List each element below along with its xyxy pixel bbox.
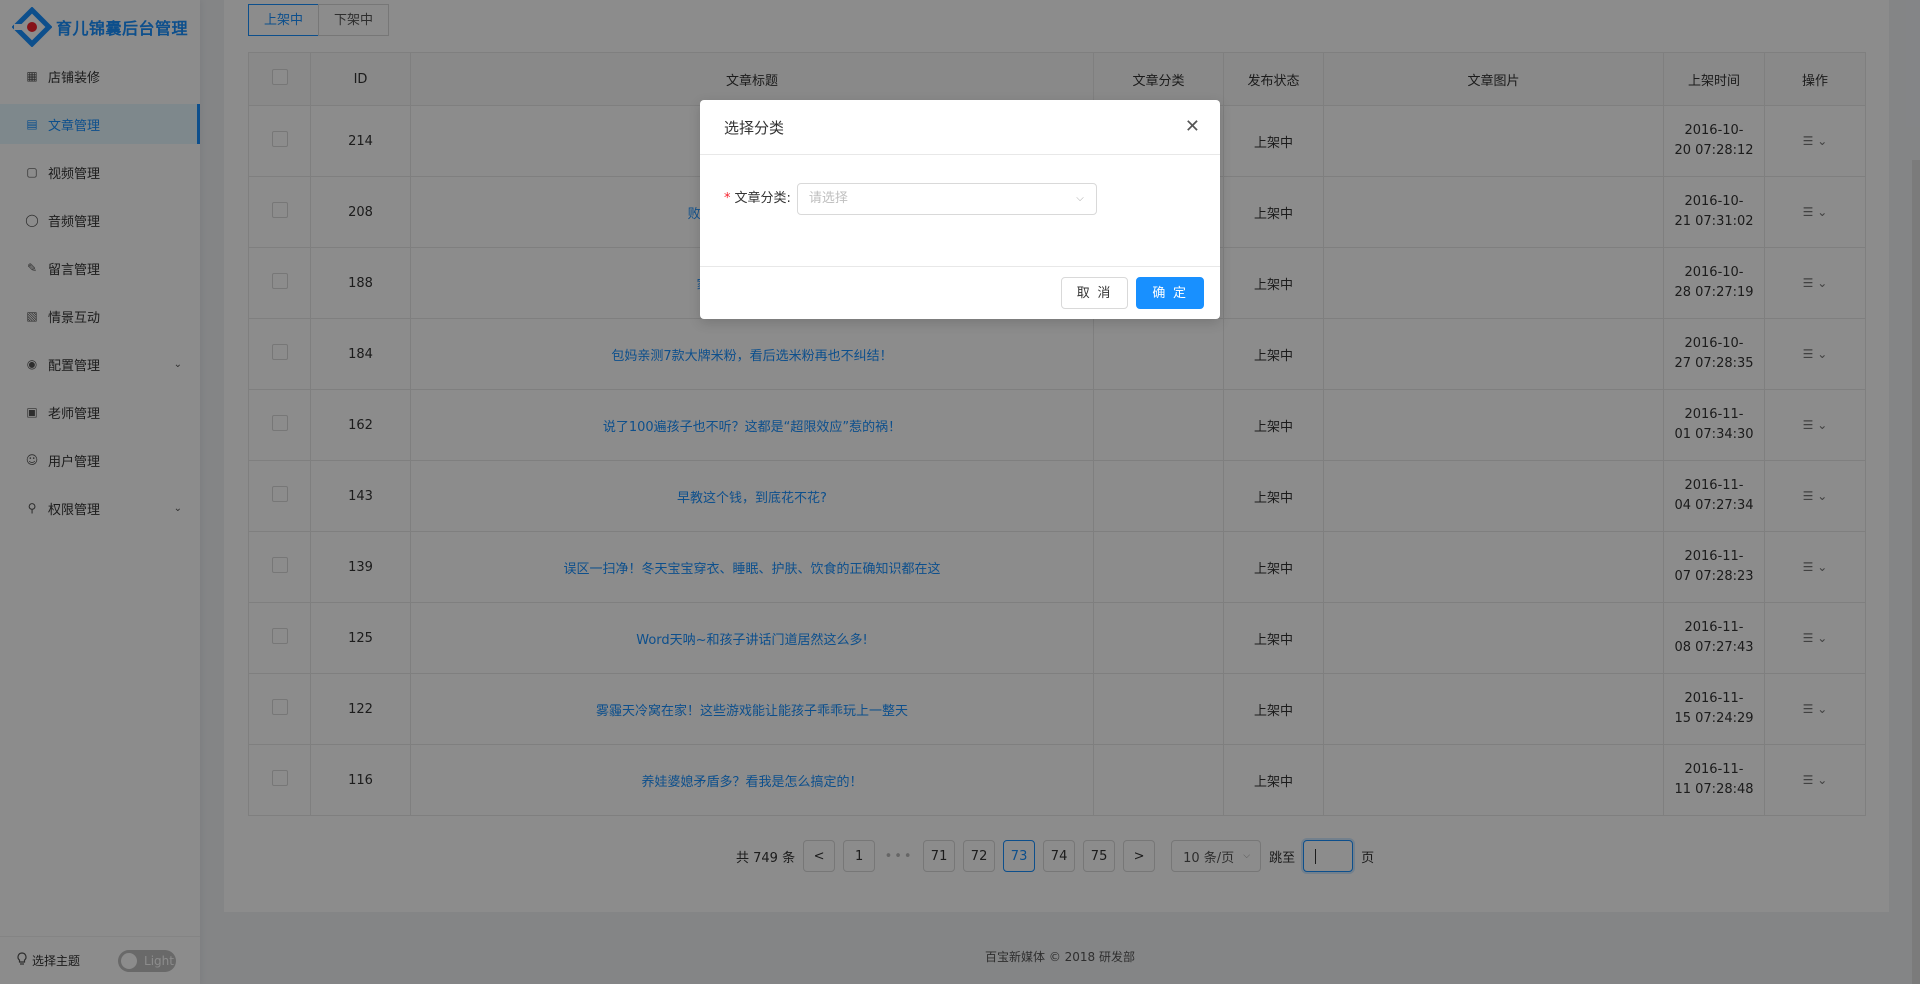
ok-button[interactable]: 确 定 bbox=[1136, 277, 1204, 309]
close-icon[interactable]: ✕ bbox=[1185, 116, 1200, 137]
modal-title: 选择分类 bbox=[724, 118, 785, 137]
cancel-button[interactable]: 取 消 bbox=[1060, 277, 1129, 309]
required-mark: * bbox=[724, 191, 731, 206]
category-select-placeholder: 请选择 bbox=[808, 191, 848, 206]
category-label-text: 文章分类: bbox=[734, 191, 791, 206]
chevron-down-icon: ⌵ bbox=[1076, 193, 1084, 204]
category-modal: 选择分类 ✕ * 文章分类: 请选择 ⌵ 取 消 确 定 bbox=[700, 100, 1220, 319]
modal-body: * 文章分类: 请选择 ⌵ bbox=[700, 155, 1220, 266]
category-select[interactable]: 请选择 ⌵ bbox=[796, 183, 1097, 215]
modal-header: 选择分类 ✕ bbox=[700, 100, 1220, 155]
modal-footer: 取 消 确 定 bbox=[700, 266, 1220, 319]
category-field-label: * 文章分类: bbox=[724, 183, 791, 215]
